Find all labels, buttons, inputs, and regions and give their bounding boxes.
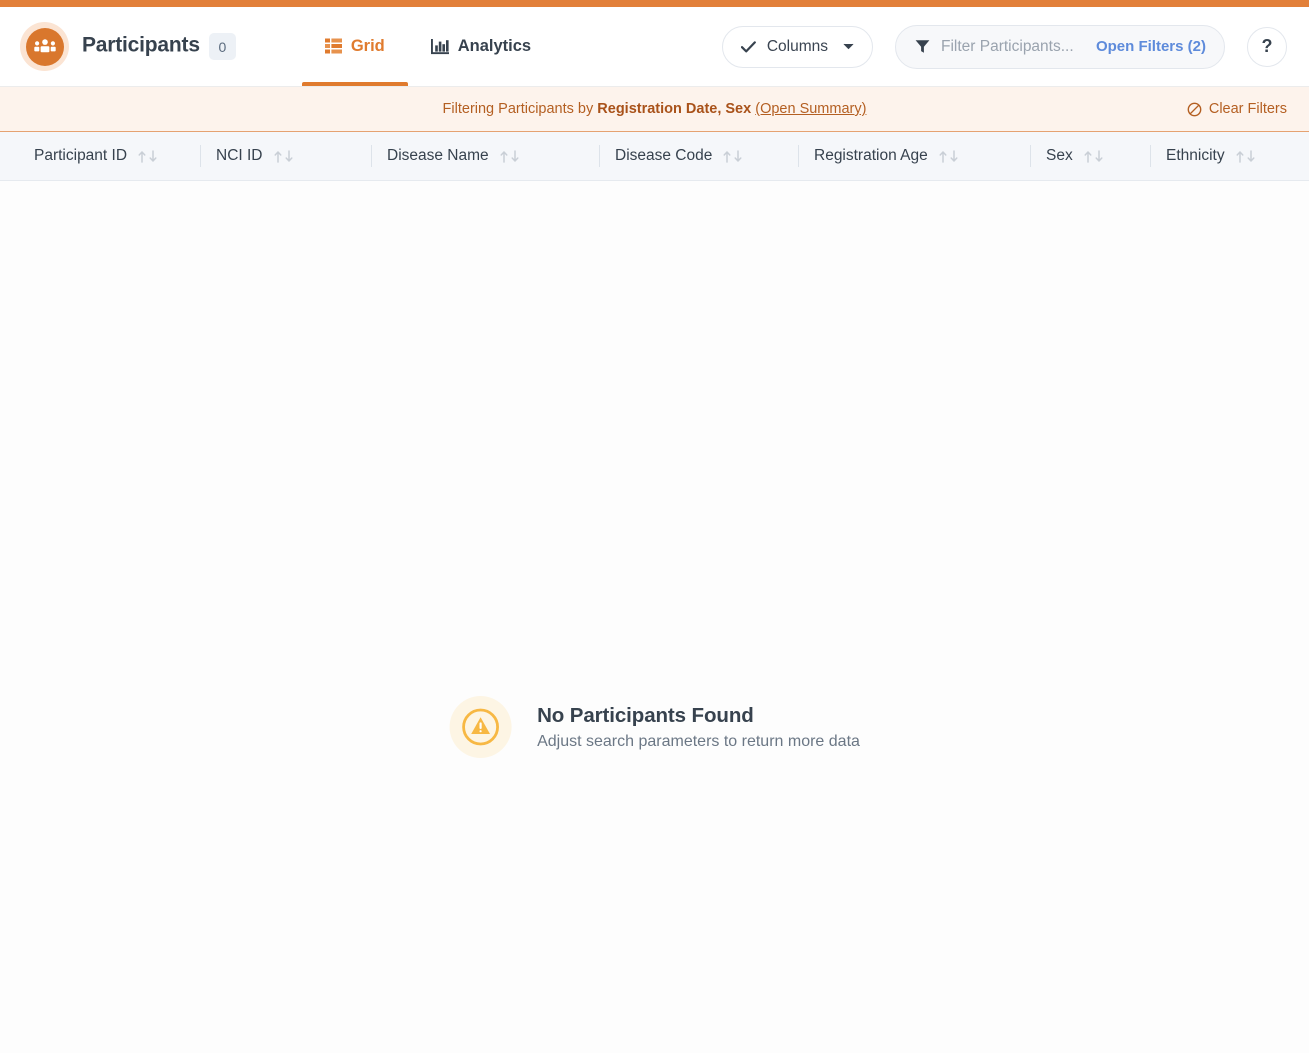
- brand-block: Participants 0: [20, 7, 236, 86]
- active-filters-banner: Filtering Participants by Registration D…: [0, 87, 1309, 132]
- participants-count-badge: 0: [208, 33, 236, 60]
- table-body: No Participants Found Adjust search para…: [0, 181, 1309, 1053]
- column-header-label: Sex: [1046, 147, 1073, 164]
- view-tabs: Grid Analytics: [301, 7, 554, 86]
- funnel-filter-icon: [915, 39, 930, 54]
- column-header-ethnicity[interactable]: Ethnicity: [1150, 132, 1309, 180]
- table-header-row: Participant ID NCI ID Disease Name Disea…: [0, 132, 1309, 181]
- empty-state: No Participants Found Adjust search para…: [449, 696, 860, 758]
- sort-arrows-icon[interactable]: [137, 149, 161, 164]
- empty-state-subtitle: Adjust search parameters to return more …: [537, 732, 860, 750]
- sort-arrows-icon[interactable]: [273, 149, 297, 164]
- tab-grid[interactable]: Grid: [301, 7, 408, 86]
- sort-arrows-icon[interactable]: [722, 149, 746, 164]
- column-header-label: Disease Code: [615, 147, 713, 164]
- filter-participants-input[interactable]: [941, 37, 1086, 56]
- page-title: Participants 0: [82, 33, 236, 60]
- tab-analytics[interactable]: Analytics: [408, 7, 554, 86]
- column-header-registration-age[interactable]: Registration Age: [798, 132, 1030, 180]
- bar-chart-icon: [430, 38, 449, 55]
- top-accent-bar: [0, 0, 1309, 7]
- open-summary-link[interactable]: (Open Summary): [755, 101, 866, 117]
- chevron-down-icon: [843, 43, 854, 50]
- sort-arrows-icon[interactable]: [499, 149, 523, 164]
- columns-button[interactable]: Columns: [721, 25, 873, 68]
- column-header-nci-id[interactable]: NCI ID: [200, 132, 371, 180]
- participants-app: Participants 0 Grid Analytics Columns Fi…: [0, 0, 1309, 1053]
- column-header-label: Disease Name: [387, 147, 489, 164]
- banner-filter-fields: Registration Date, Sex: [597, 101, 752, 117]
- sort-arrows-icon[interactable]: [1083, 149, 1107, 164]
- question-mark-icon: ?: [1261, 36, 1273, 56]
- empty-state-title: No Participants Found: [537, 703, 754, 727]
- open-filters-link[interactable]: Open Filters (2): [1096, 38, 1206, 55]
- tab-grid-label: Grid: [350, 37, 385, 55]
- tab-analytics-label: Analytics: [457, 37, 532, 55]
- column-header-disease-name[interactable]: Disease Name: [371, 132, 599, 180]
- help-button[interactable]: ?: [1247, 26, 1287, 67]
- clear-filters-button[interactable]: Clear Filters: [1187, 101, 1287, 117]
- column-header-sex[interactable]: Sex: [1030, 132, 1150, 180]
- clear-filters-label: Clear Filters: [1208, 101, 1287, 117]
- columns-button-label: Columns: [766, 37, 828, 55]
- column-header-disease-code[interactable]: Disease Code: [599, 132, 798, 180]
- avatar: [20, 22, 69, 71]
- warning-triangle-icon: [449, 696, 512, 758]
- header-actions: Columns Open Filters (2) ?: [721, 24, 1287, 69]
- active-filters-text: Filtering Participants by Registration D…: [443, 101, 867, 117]
- grid-icon: [324, 38, 342, 55]
- column-header-label: Participant ID: [34, 147, 128, 164]
- column-header-label: Registration Age: [814, 147, 928, 164]
- column-header-label: Ethnicity: [1166, 147, 1225, 164]
- app-header: Participants 0 Grid Analytics Columns Fi…: [0, 7, 1309, 87]
- column-header-label: NCI ID: [216, 147, 263, 164]
- column-header-participant-id[interactable]: Participant ID: [0, 132, 200, 180]
- sort-arrows-icon[interactable]: [938, 149, 962, 164]
- banner-prefix: Filtering Participants by: [442, 101, 598, 117]
- check-icon: [740, 40, 756, 53]
- page-title-text: Participants: [82, 33, 200, 57]
- no-entry-icon: [1187, 102, 1202, 117]
- participants-group-icon: [25, 27, 64, 66]
- empty-state-texts: No Participants Found Adjust search para…: [537, 704, 860, 751]
- filter-participants-box[interactable]: Open Filters (2): [895, 24, 1225, 69]
- sort-arrows-icon[interactable]: [1235, 149, 1259, 164]
